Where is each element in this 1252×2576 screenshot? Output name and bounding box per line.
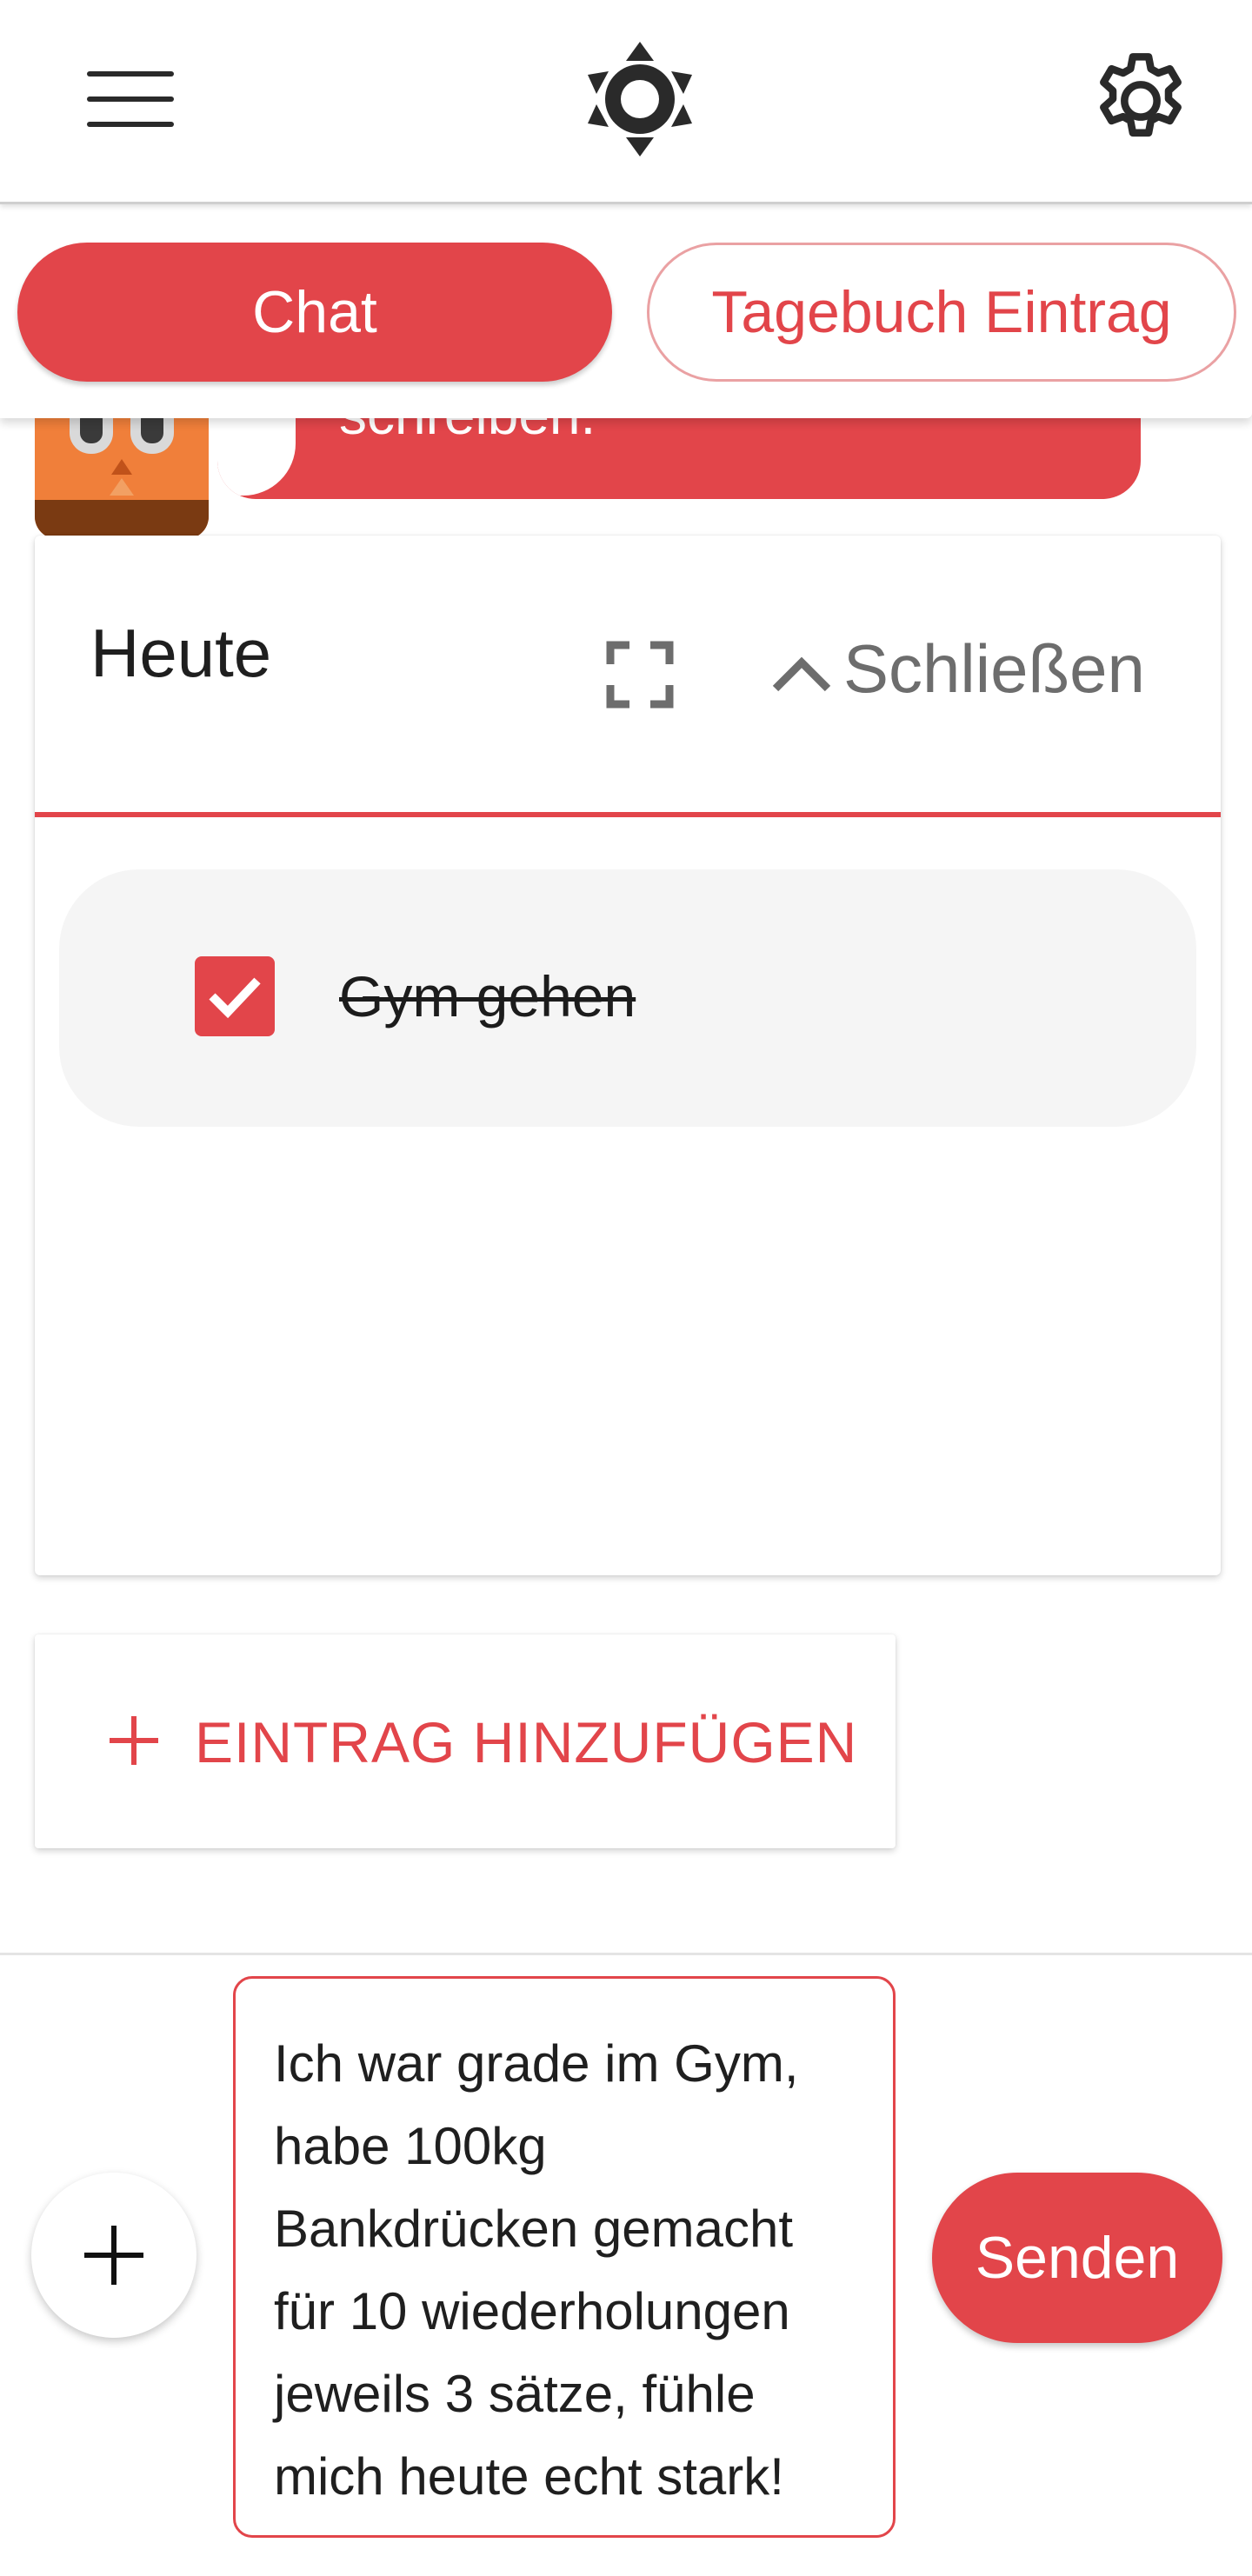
settings-button[interactable] [1085,45,1196,156]
menu-icon-bar [87,97,174,102]
task-label: Gym gehen [339,964,636,1028]
task-item: Gym gehen [59,869,1196,1127]
gear-icon [1100,53,1182,137]
brightness-icon [588,42,692,156]
chat-message: schreiben. [0,409,1252,539]
expand-button[interactable] [603,638,676,711]
chat-tab[interactable]: Chat [17,243,612,382]
owl-avatar [35,409,209,539]
send-button[interactable]: Senden [932,2173,1222,2343]
chevron-up-icon [772,656,831,692]
menu-icon-bar [87,122,174,127]
theme-toggle-button[interactable] [584,40,696,158]
check-icon [209,977,261,1019]
add-entry-label: EINTRAG HINZUFÜGEN [195,1710,858,1774]
bubble-notch [217,409,296,496]
chat-bubble: schreiben. [217,409,1141,499]
journal-card-header: Heute Schließen [35,536,1221,817]
menu-button[interactable] [83,68,179,130]
plus-icon [84,2226,143,2285]
message-input[interactable]: Ich war grade im Gym, habe 100kg Bankdrü… [233,1976,896,2538]
task-checkbox[interactable] [195,956,275,1036]
message-composer: Ich war grade im Gym, habe 100kg Bankdrü… [0,1953,1252,2576]
journal-card: Heute Schließen Gym gehen [35,536,1221,1575]
collapse-button[interactable] [765,640,838,709]
add-entry-button[interactable]: EINTRAG HINZUFÜGEN [35,1634,896,1848]
journal-entry-tab[interactable]: Tagebuch Eintrag [647,243,1236,382]
attach-button[interactable] [31,2173,196,2338]
card-title: Heute [90,615,272,691]
menu-icon-bar [87,71,174,77]
close-button[interactable]: Schließen [843,629,1145,709]
top-app-bar [0,0,1252,204]
mode-switcher: Chat Tagebuch Eintrag [0,204,1252,418]
fullscreen-icon [606,641,674,709]
plus-icon [110,1716,158,1765]
